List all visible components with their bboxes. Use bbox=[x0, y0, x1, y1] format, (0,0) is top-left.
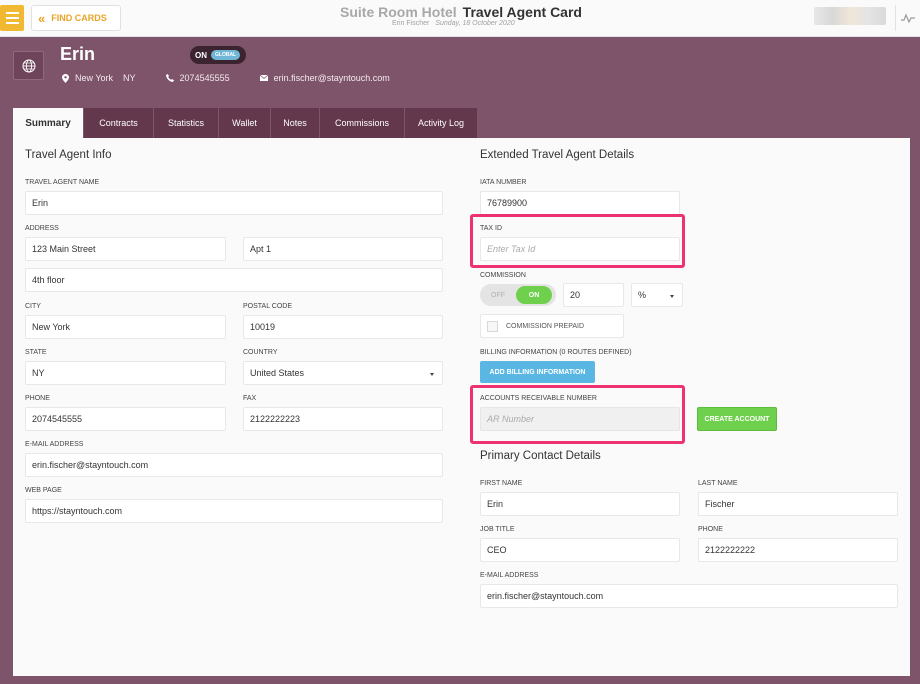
double-chevron-left-icon: « bbox=[38, 10, 45, 26]
job-title-label: JOB TITLE bbox=[480, 526, 515, 533]
global-toggle[interactable]: ON GLOBAL bbox=[190, 46, 246, 64]
ar-number-input[interactable]: AR Number bbox=[480, 407, 680, 431]
tab-statistics[interactable]: Statistics bbox=[154, 108, 219, 138]
web-page-label: WEB PAGE bbox=[25, 487, 62, 494]
commission-prepaid-checkbox[interactable]: COMMISSION PREPAID bbox=[480, 314, 624, 338]
hamburger-menu-icon[interactable] bbox=[0, 5, 24, 31]
address-label: ADDRESS bbox=[25, 225, 59, 232]
email: erin.fischer@stayntouch.com bbox=[259, 73, 390, 83]
summary-panel: Travel Agent Info TRAVEL AGENT NAME Erin… bbox=[13, 138, 910, 676]
web-page-field[interactable]: https://stayntouch.com bbox=[25, 499, 443, 523]
phone-icon bbox=[165, 74, 174, 82]
billing-info-label: BILLING INFORMATION (0 ROUTES DEFINED) bbox=[480, 349, 632, 356]
commission-toggle[interactable]: OFF ON bbox=[480, 284, 556, 306]
activity-graph-icon[interactable] bbox=[895, 5, 920, 31]
contact-row: New York NY 2074545555 erin.fischer@stay… bbox=[62, 73, 420, 83]
postal-code-label: POSTAL CODE bbox=[243, 303, 293, 310]
tab-bar: Summary Contracts Statistics Wallet Note… bbox=[13, 108, 478, 138]
first-name-label: FIRST NAME bbox=[480, 480, 523, 487]
tab-contracts[interactable]: Contracts bbox=[84, 108, 154, 138]
commission-unit-select[interactable]: % bbox=[631, 283, 683, 307]
postal-code-field[interactable]: 10019 bbox=[243, 315, 443, 339]
city-field[interactable]: New York bbox=[25, 315, 226, 339]
city-label: CITY bbox=[25, 303, 41, 310]
toggle-on-label: ON bbox=[195, 50, 207, 60]
commission-prepaid-label: COMMISSION PREPAID bbox=[506, 322, 585, 330]
phone-field[interactable]: 2074545555 bbox=[25, 407, 226, 431]
current-date: Sunday, 18 October 2020 bbox=[435, 20, 515, 27]
user-name: Erin Fischer bbox=[392, 20, 430, 27]
find-cards-button[interactable]: « FIND CARDS bbox=[31, 5, 121, 31]
primary-contact-title: Primary Contact Details bbox=[480, 450, 601, 462]
country-label: COUNTRY bbox=[243, 349, 278, 356]
fax-label: FAX bbox=[243, 395, 257, 402]
tab-wallet[interactable]: Wallet bbox=[219, 108, 271, 138]
ar-number-label: ACCOUNTS RECEIVABLE NUMBER bbox=[480, 395, 597, 402]
mail-icon bbox=[259, 75, 268, 81]
iata-number-field[interactable]: 76789900 bbox=[480, 191, 680, 215]
contact-phone-label: PHONE bbox=[698, 526, 723, 533]
commission-value-field[interactable]: 20 bbox=[563, 283, 624, 307]
tab-activity-log[interactable]: Activity Log bbox=[405, 108, 478, 138]
globe-icon bbox=[13, 51, 44, 80]
state-label: STATE bbox=[25, 349, 47, 356]
add-billing-info-button[interactable]: ADD BILLING INFORMATION bbox=[480, 361, 595, 383]
address-line3-field[interactable]: 4th floor bbox=[25, 268, 443, 292]
contact-email-label: E-MAIL ADDRESS bbox=[480, 572, 539, 579]
state-field[interactable]: NY bbox=[25, 361, 226, 385]
create-account-button[interactable]: CREATE ACCOUNT bbox=[697, 407, 777, 431]
fax-field[interactable]: 2122222223 bbox=[243, 407, 443, 431]
tab-commissions[interactable]: Commissions bbox=[320, 108, 405, 138]
agent-info-title: Travel Agent Info bbox=[25, 149, 112, 161]
tab-summary[interactable]: Summary bbox=[13, 108, 84, 138]
location-state: NY bbox=[123, 73, 136, 83]
location-pin-icon bbox=[62, 73, 69, 83]
tab-notes[interactable]: Notes bbox=[271, 108, 320, 138]
address-line1-field[interactable]: 123 Main Street bbox=[25, 237, 226, 261]
agent-name: Erin bbox=[60, 44, 96, 64]
hotel-name: Suite Room Hotel bbox=[340, 4, 457, 20]
last-name-label: LAST NAME bbox=[698, 480, 738, 487]
agent-name-label: TRAVEL AGENT NAME bbox=[25, 179, 100, 186]
contact-phone-field[interactable]: 2122222222 bbox=[698, 538, 898, 562]
email-field[interactable]: erin.fischer@stayntouch.com bbox=[25, 453, 443, 477]
commission-label: COMMISSION bbox=[480, 272, 526, 279]
country-select[interactable]: United States bbox=[243, 361, 443, 385]
tax-id-input[interactable]: Enter Tax Id bbox=[480, 237, 680, 261]
phone-number: 2074545555 bbox=[179, 73, 230, 83]
contact-email-field[interactable]: erin.fischer@stayntouch.com bbox=[480, 584, 898, 608]
last-name-field[interactable]: Fischer bbox=[698, 492, 898, 516]
top-bar: « FIND CARDS Suite Room Hotel Travel Agen… bbox=[0, 0, 920, 37]
phone: 2074545555 bbox=[165, 73, 230, 83]
email-label: E-MAIL ADDRESS bbox=[25, 441, 84, 448]
checkbox-box[interactable] bbox=[487, 320, 498, 332]
address-line2-field[interactable]: Apt 1 bbox=[243, 237, 443, 261]
page-subtitle: Erin Fischer Sunday, 18 October 2020 bbox=[392, 20, 515, 27]
global-badge: GLOBAL bbox=[211, 50, 241, 60]
tax-id-label: TAX ID bbox=[480, 225, 503, 232]
email-address: erin.fischer@stayntouch.com bbox=[273, 73, 390, 83]
user-avatar[interactable] bbox=[814, 7, 886, 25]
find-cards-label: FIND CARDS bbox=[51, 13, 107, 23]
page-title: Suite Room Hotel Travel Agent Card bbox=[340, 4, 582, 20]
location: New York NY bbox=[62, 73, 136, 83]
commission-on-label: ON bbox=[516, 286, 552, 304]
phone-label: PHONE bbox=[25, 395, 50, 402]
iata-number-label: IATA NUMBER bbox=[480, 179, 527, 186]
job-title-field[interactable]: CEO bbox=[480, 538, 680, 562]
first-name-field[interactable]: Erin bbox=[480, 492, 680, 516]
agent-name-field[interactable]: Erin bbox=[25, 191, 443, 215]
card-title: Travel Agent Card bbox=[462, 4, 582, 20]
commission-off-label: OFF bbox=[491, 291, 505, 299]
extended-details-title: Extended Travel Agent Details bbox=[480, 149, 635, 161]
location-city: New York bbox=[75, 73, 114, 83]
